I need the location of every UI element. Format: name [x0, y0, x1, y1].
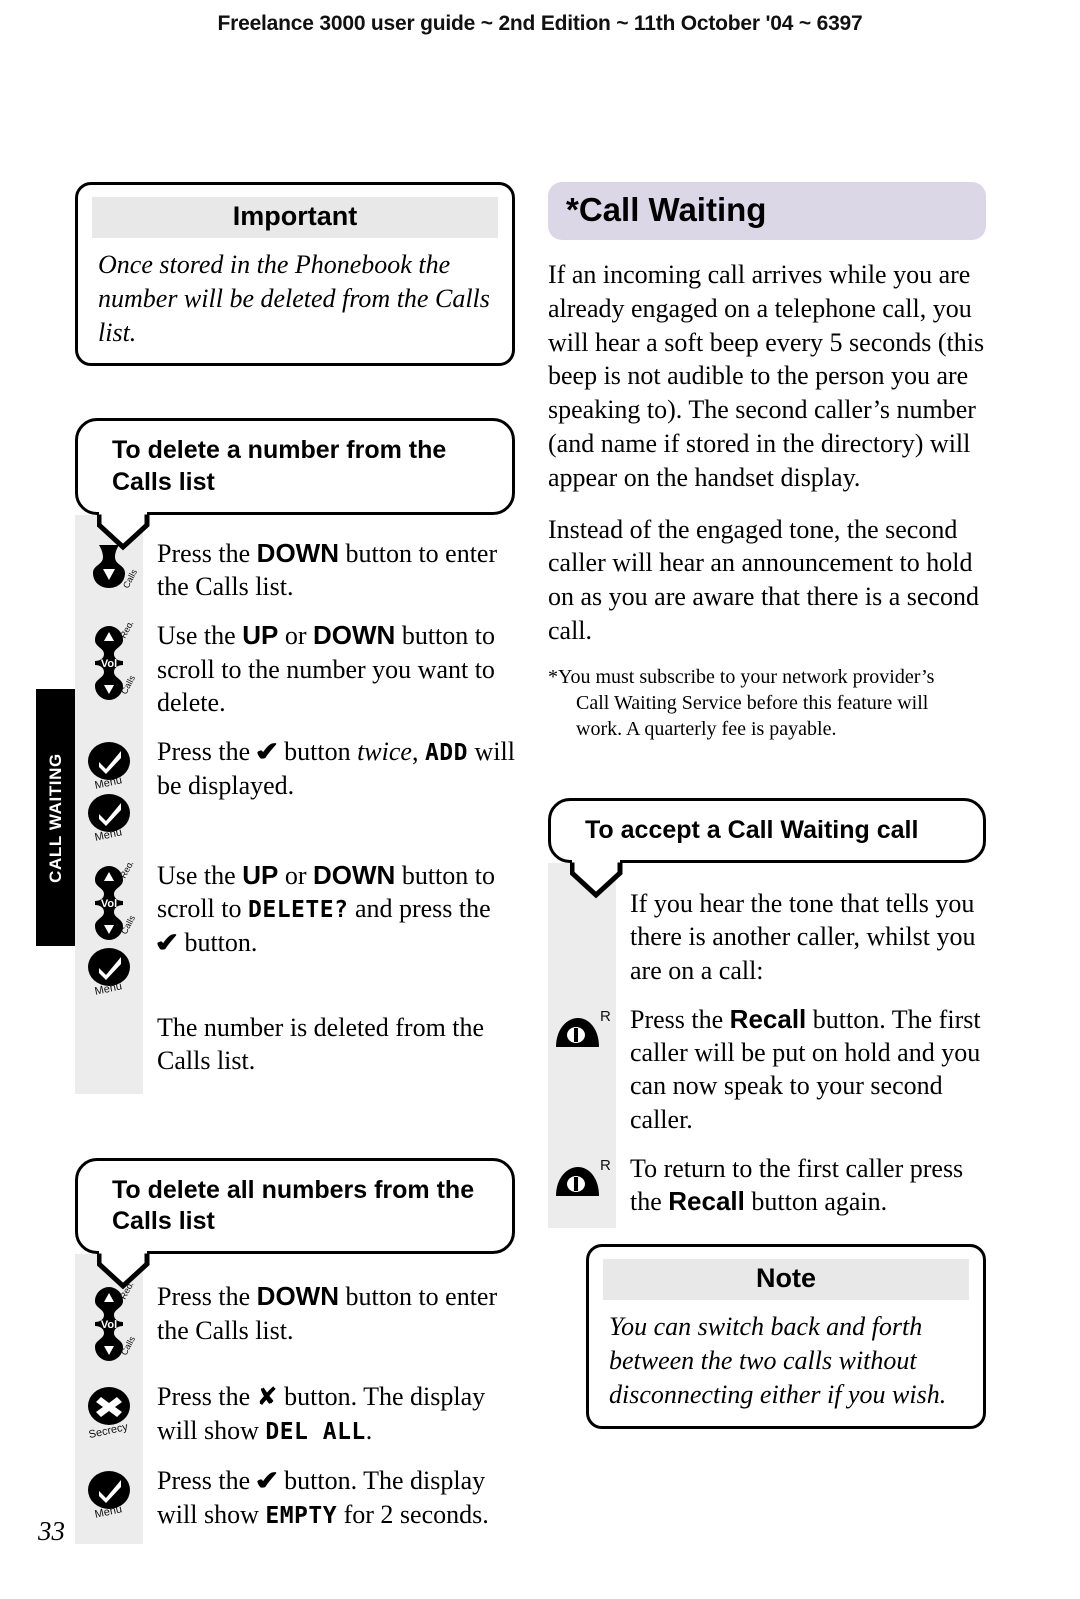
side-tab-label: CALL WAITING: [45, 752, 65, 883]
steps-rail-delete-one: Calls Press the DOWN button to enter the…: [75, 514, 515, 1094]
list-item: The number is deleted from the Calls lis…: [75, 1011, 515, 1094]
svg-text:Redial: Redial: [118, 623, 137, 640]
rocker-and-tick-menu-button-icon: Vol Redial Calls Menu: [75, 859, 143, 995]
note-box-title: Note: [603, 1259, 969, 1301]
callout-accept-call: To accept a Call Waiting call: [548, 797, 986, 899]
note-box-body: You can switch back and forth between th…: [609, 1312, 947, 1409]
list-item: Vol Redial Calls Press the DOWN button t…: [75, 1280, 515, 1364]
step-text: Use the UP or DOWN button to scroll to D…: [152, 860, 495, 958]
step-list-delete-one: Calls Press the DOWN button to enter the…: [75, 515, 515, 1094]
footnote-line-3: work. A quarterly fee is payable.: [576, 717, 837, 740]
running-header: Freelance 3000 user guide ~ 2nd Edition …: [217, 12, 863, 35]
svg-text:Redial: Redial: [118, 863, 137, 880]
steps-rail-delete-all: Vol Redial Calls Press the DOWN button t…: [75, 1254, 515, 1544]
step-text: Press the ✔ button twice, ADD will be di…: [157, 737, 515, 801]
callout-delete-one-heading: To delete a number from the Calls list: [75, 418, 515, 515]
svg-text:Calls: Calls: [119, 674, 137, 697]
steps-rail-accept-call: If you hear the tone that tells you ther…: [548, 863, 986, 1229]
left-column: Important Once stored in the Phonebook t…: [75, 182, 515, 1560]
callout-accept-call-heading: To accept a Call Waiting call: [548, 797, 986, 864]
step-text: Press the ✔ button. The display will sho…: [157, 1466, 489, 1530]
list-item: If you hear the tone that tells you ther…: [548, 887, 986, 987]
list-item: R Press the Recall button. The first cal…: [548, 1003, 986, 1136]
step-text: Press the DOWN button to enter the Calls…: [157, 537, 498, 602]
svg-text:Calls: Calls: [119, 913, 137, 936]
svg-text:Calls: Calls: [119, 1334, 137, 1357]
page-title: *Call Waiting: [548, 182, 986, 240]
page-number: 33: [38, 1516, 65, 1546]
important-box-body: Once stored in the Phonebook the number …: [98, 250, 490, 347]
step-list-delete-all: Vol Redial Calls Press the DOWN button t…: [75, 1254, 515, 1543]
up-down-rocker-button-icon: Vol Redial Calls: [75, 619, 143, 703]
list-item: R To return to the first caller press th…: [548, 1152, 986, 1229]
step-text: Use the UP or DOWN button to scroll to t…: [157, 620, 495, 717]
svg-text:Vol: Vol: [101, 1319, 117, 1331]
body-paragraph-1: If an incoming call arrives while you ar…: [548, 260, 985, 492]
bubble-tail-icon: [97, 1250, 150, 1290]
up-down-rocker-button-icon: Vol Redial Calls: [75, 1280, 143, 1364]
callout-delete-all-heading: To delete all numbers from the Calls lis…: [75, 1157, 515, 1255]
body-paragraph-2: Instead of the engaged tone, the second …: [548, 514, 979, 645]
footnote: *You must subscribe to your network prov…: [548, 664, 986, 742]
svg-text:Vol: Vol: [101, 898, 117, 910]
list-item: Menu Press the ✔ button. The display wil…: [75, 1464, 515, 1543]
footnote-line-2: Call Waiting Service before this feature…: [576, 691, 929, 714]
bubble-tail-icon: [570, 859, 623, 899]
list-item: Vol Redial Calls Use the UP or DOWN butt…: [75, 619, 515, 719]
footnote-line-1: *You must subscribe to your network prov…: [548, 665, 935, 688]
svg-text:R: R: [600, 1157, 611, 1174]
bubble-tail-icon: [97, 510, 150, 551]
step-text: Press the ✘ button. The display will sho…: [157, 1382, 486, 1445]
important-box-title: Important: [92, 197, 498, 238]
callout-delete-all: To delete all numbers from the Calls lis…: [75, 1157, 515, 1290]
note-box: Note You can switch back and forth betwe…: [586, 1244, 986, 1429]
step-text: If you hear the tone that tells you ther…: [630, 889, 976, 985]
list-item: Menu Menu Press the ✔ button twice, ADD …: [75, 735, 515, 843]
double-tick-menu-button-icon: Menu Menu: [75, 735, 143, 843]
recall-button-icon: R: [548, 1003, 616, 1059]
list-item: Secrecy Press the ✘ button. The display …: [75, 1380, 515, 1448]
svg-text:Secrecy: Secrecy: [88, 1421, 130, 1441]
step-text: Press the Recall button. The first calle…: [630, 1003, 981, 1134]
svg-text:Vol: Vol: [101, 658, 117, 670]
right-column: *Call Waiting If an incoming call arrive…: [548, 182, 986, 1429]
no-icon-spacer: [75, 1011, 143, 1015]
cross-secrecy-button-icon: Secrecy: [75, 1380, 143, 1448]
step-text: The number is deleted from the Calls lis…: [157, 1013, 485, 1076]
step-text: Press the DOWN button to enter the Calls…: [157, 1281, 498, 1345]
section-side-tab: CALL WAITING: [36, 689, 75, 946]
list-item: Vol Redial Calls Menu Use the UP or DOWN…: [75, 859, 515, 995]
svg-text:R: R: [600, 1008, 611, 1025]
recall-button-icon: R: [548, 1152, 616, 1208]
step-list-accept-call: If you hear the tone that tells you ther…: [548, 863, 986, 1228]
tick-menu-button-icon: Menu: [75, 1464, 143, 1524]
callout-delete-one: To delete a number from the Calls list: [75, 418, 515, 551]
step-text: To return to the first caller press the …: [630, 1153, 964, 1217]
important-box: Important Once stored in the Phonebook t…: [75, 182, 515, 367]
